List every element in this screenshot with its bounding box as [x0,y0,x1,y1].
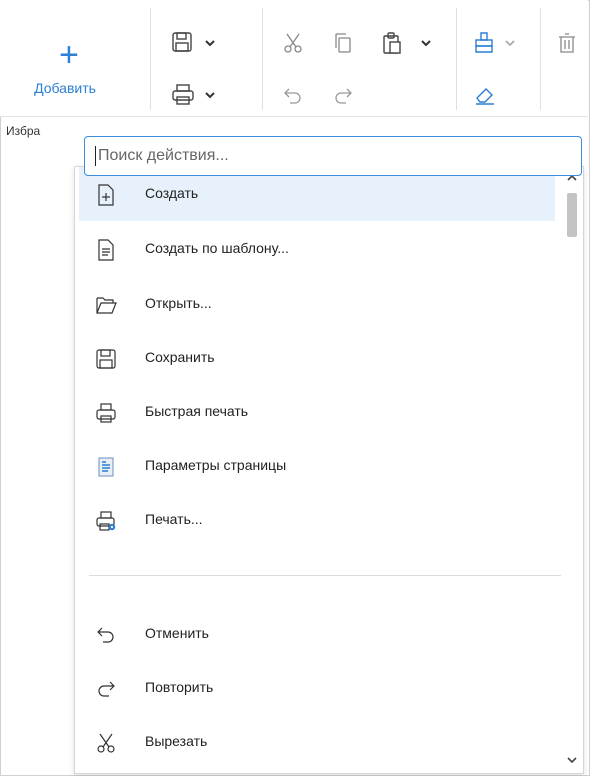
menu-item-quick-print[interactable]: Быстрая печать [79,385,555,439]
plus-icon: + [59,36,79,74]
menu-item-label: Создать [145,185,199,201]
menu-item-label: Параметры страницы [145,457,287,473]
toolbar: + Добавить [0,0,588,116]
print-dropdown-button[interactable] [170,82,226,108]
scissors-icon [97,733,115,753]
action-search-box[interactable] [84,136,582,176]
paint-brush-icon [475,32,493,53]
toolbar-divider [150,8,151,110]
format-painter-button[interactable] [472,30,524,56]
redo-icon [335,88,352,104]
delete-button[interactable] [554,30,580,56]
redo-button[interactable] [330,82,356,108]
template-icon [98,239,114,261]
menu-item-label: Сохранить [145,349,215,365]
undo-icon [97,627,114,643]
save-icon [96,349,116,369]
menu-item-open[interactable]: Открыть... [79,277,555,331]
menu-item-print[interactable]: Печать... [79,493,555,547]
menu-item-cut[interactable]: Вырезать [79,715,555,769]
eraser-icon [476,88,494,105]
action-search-dropdown: Создать Создать по шаблону... Открыть...… [74,166,584,774]
favorites-label: Избра [6,124,41,138]
menu-item-label: Создать по шаблону... [145,240,289,256]
cut-button[interactable] [280,30,306,56]
menu-item-redo[interactable]: Повторить [79,661,555,715]
chevron-down-icon [205,40,215,47]
page-setup-icon [98,457,114,477]
menu-item-label: Повторить [145,679,214,695]
paste-icon [383,32,401,54]
menu-item-label: Вырезать [145,733,208,749]
toolbar-divider [540,8,541,110]
toolbar-divider [262,8,263,110]
menu-item-label: Открыть... [145,295,212,311]
action-search-input[interactable] [94,144,568,168]
chevron-down-icon [567,757,577,764]
menu-item-label: Быстрая печать [145,403,249,419]
save-icon [172,32,192,52]
scrollbar-thumb[interactable] [567,193,577,237]
menu-item-create-from-template[interactable]: Создать по шаблону... [79,222,555,276]
dropdown-scrollbar[interactable] [561,167,583,773]
folder-open-icon [96,297,117,314]
add-button-label: Добавить [34,80,96,96]
printer-icon [172,84,194,105]
menu-item-undo[interactable]: Отменить [79,607,555,661]
menu-item-label: Печать... [145,511,203,527]
printer-icon [96,403,116,423]
scissors-icon [284,33,302,53]
chevron-down-icon [505,40,515,47]
toolbar-divider [456,8,457,110]
menu-item-page-setup[interactable]: Параметры страницы [79,439,555,493]
trash-icon [559,33,575,53]
menu-item-label: Отменить [145,625,209,641]
add-button[interactable]: + Добавить [22,38,132,110]
undo-button[interactable] [280,82,306,108]
save-dropdown-button[interactable] [170,30,226,56]
copy-button[interactable] [330,30,356,56]
chevron-down-icon [205,92,215,99]
scroll-down-button[interactable] [561,749,583,771]
chevron-down-icon [421,40,431,47]
menu-divider [89,575,561,576]
print-settings-icon [96,511,116,531]
clear-format-button[interactable] [472,82,498,108]
undo-icon [284,88,301,104]
redo-icon [98,681,115,697]
copy-icon [335,33,351,53]
paste-dropdown-button[interactable] [380,30,442,56]
menu-item-save[interactable]: Сохранить [79,331,555,385]
new-file-icon [98,184,114,206]
